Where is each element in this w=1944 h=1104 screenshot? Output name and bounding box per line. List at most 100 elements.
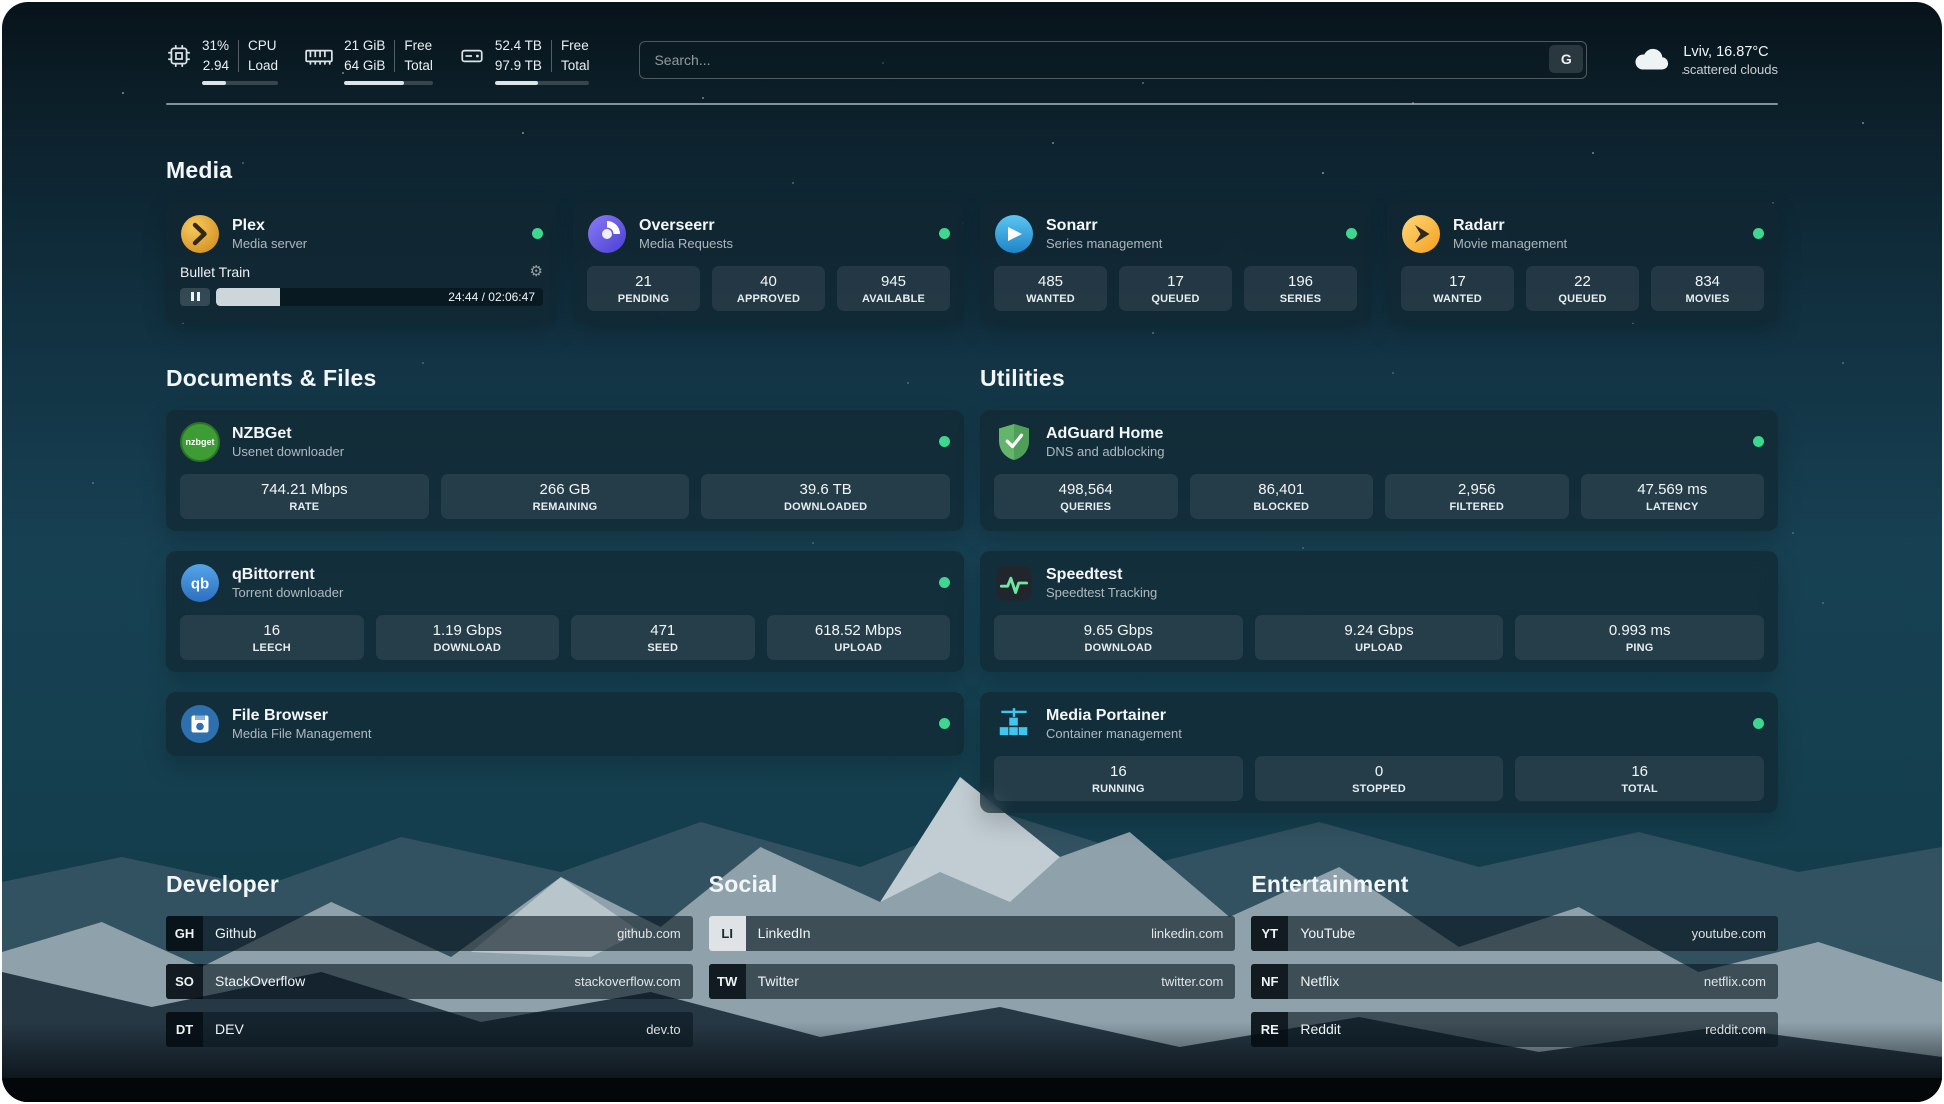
section-title-developer: Developer bbox=[166, 871, 693, 898]
app-subtitle: Media server bbox=[232, 236, 307, 251]
bookmark-netflix[interactable]: NF Netflix netflix.com bbox=[1251, 964, 1778, 999]
app-card-radarr[interactable]: Radarr Movie management 17 WANTED 22 QUE… bbox=[1387, 202, 1778, 323]
disk-stat-widget: 52.4 TB 97.9 TB Free Total bbox=[459, 36, 590, 85]
ram-icon bbox=[304, 43, 334, 69]
divider bbox=[394, 40, 395, 72]
section-title-utilities: Utilities bbox=[980, 365, 1778, 392]
speedtest-icon bbox=[994, 563, 1034, 603]
search-bar[interactable]: G bbox=[639, 41, 1587, 79]
app-subtitle: Movie management bbox=[1453, 236, 1567, 251]
search-engine-button[interactable]: G bbox=[1549, 45, 1583, 73]
app-card-sonarr[interactable]: Sonarr Series management 485 WANTED 17 Q… bbox=[980, 202, 1371, 323]
app-card-filebrowser[interactable]: File Browser Media File Management bbox=[166, 692, 964, 756]
stat-seed: 471 SEED bbox=[571, 615, 755, 660]
svg-text:nzbget: nzbget bbox=[186, 437, 215, 447]
ram-stat-widget: 21 GiB 64 GiB Free Total bbox=[304, 36, 433, 85]
app-name: Plex bbox=[232, 217, 307, 235]
app-name: Speedtest bbox=[1046, 566, 1157, 584]
cpu-label: CPU bbox=[248, 36, 278, 56]
background-stars bbox=[2, 2, 4, 4]
section-documents-files: Documents & Files nzbget NZBGet bbox=[166, 365, 964, 756]
status-dot bbox=[939, 577, 950, 588]
nzbget-icon: nzbget bbox=[180, 422, 220, 462]
app-name: Media Portainer bbox=[1046, 707, 1182, 725]
stat-downloaded: 39.6 TB DOWNLOADED bbox=[701, 474, 950, 519]
stat-download: 9.65 Gbps DOWNLOAD bbox=[994, 615, 1243, 660]
weather-location: Lviv, 16.87°C bbox=[1683, 44, 1778, 60]
sonarr-icon bbox=[994, 214, 1034, 254]
stat-rate: 744.21 Mbps RATE bbox=[180, 474, 429, 519]
bookmark-youtube[interactable]: YT YouTube youtube.com bbox=[1251, 916, 1778, 951]
playback-progress-bar[interactable]: 24:44 / 02:06:47 bbox=[216, 288, 543, 306]
status-dot bbox=[939, 718, 950, 729]
disk-total-label: Total bbox=[561, 56, 590, 76]
stat-ping: 0.993 ms PING bbox=[1515, 615, 1764, 660]
cpu-load-label: Load bbox=[248, 56, 278, 76]
section-utilities: Utilities AdGuard Home bbox=[980, 365, 1778, 813]
app-subtitle: Container management bbox=[1046, 726, 1182, 741]
youtube-abbr-icon: YT bbox=[1251, 916, 1288, 951]
stat-latency: 47.569 ms LATENCY bbox=[1581, 474, 1765, 519]
app-name: Overseerr bbox=[639, 217, 733, 235]
stat-movies: 834 MOVIES bbox=[1651, 266, 1764, 311]
app-subtitle: Speedtest Tracking bbox=[1046, 585, 1157, 600]
disk-total-value: 97.9 TB bbox=[495, 56, 542, 76]
app-name: qBittorrent bbox=[232, 566, 343, 584]
bookmark-stackoverflow[interactable]: SO StackOverflow stackoverflow.com bbox=[166, 964, 693, 999]
app-name: NZBGet bbox=[232, 425, 344, 443]
stat-series: 196 SERIES bbox=[1244, 266, 1357, 311]
pause-button[interactable] bbox=[180, 288, 210, 306]
qbittorrent-icon: qb bbox=[180, 563, 220, 603]
app-subtitle: Series management bbox=[1046, 236, 1162, 251]
status-dot bbox=[1753, 228, 1764, 239]
overseerr-icon bbox=[587, 214, 627, 254]
plex-icon bbox=[180, 214, 220, 254]
app-card-portainer[interactable]: Media Portainer Container management 16 … bbox=[980, 692, 1778, 813]
app-subtitle: Media File Management bbox=[232, 726, 371, 741]
gear-icon[interactable]: ⚙ bbox=[530, 264, 543, 279]
stackoverflow-abbr-icon: SO bbox=[166, 964, 203, 999]
stat-upload: 9.24 Gbps UPLOAD bbox=[1255, 615, 1504, 660]
section-title-documents: Documents & Files bbox=[166, 365, 964, 392]
stat-available: 945 AVAILABLE bbox=[837, 266, 950, 311]
adguard-shield-icon bbox=[994, 422, 1034, 462]
disk-icon bbox=[459, 43, 485, 69]
app-card-plex[interactable]: Plex Media server Bullet Train ⚙ 24:4 bbox=[166, 202, 557, 323]
app-card-speedtest[interactable]: Speedtest Speedtest Tracking 9.65 Gbps D… bbox=[980, 551, 1778, 672]
status-dot bbox=[939, 436, 950, 447]
section-media: Media Plex bbox=[166, 157, 1778, 323]
status-dot bbox=[532, 228, 543, 239]
status-dot bbox=[1753, 718, 1764, 729]
search-input[interactable] bbox=[639, 41, 1587, 79]
bookmark-github[interactable]: GH Github github.com bbox=[166, 916, 693, 951]
section-title-entertainment: Entertainment bbox=[1251, 871, 1778, 898]
bookmark-linkedin[interactable]: LI LinkedIn linkedin.com bbox=[709, 916, 1236, 951]
status-dot bbox=[1753, 436, 1764, 447]
ram-total-value: 64 GiB bbox=[344, 56, 385, 76]
stat-approved: 40 APPROVED bbox=[712, 266, 825, 311]
disk-free-label: Free bbox=[561, 36, 590, 56]
app-card-nzbget[interactable]: nzbget NZBGet Usenet downloader 744.21 M… bbox=[166, 410, 964, 531]
now-playing-title: Bullet Train bbox=[180, 264, 250, 280]
stat-running: 16 RUNNING bbox=[994, 756, 1243, 801]
app-card-qbittorrent[interactable]: qb qBittorrent Torrent downloader 16 LEE… bbox=[166, 551, 964, 672]
bookmark-reddit[interactable]: RE Reddit reddit.com bbox=[1251, 1012, 1778, 1047]
divider bbox=[238, 40, 239, 72]
cpu-icon bbox=[166, 43, 192, 69]
radarr-icon bbox=[1401, 214, 1441, 254]
section-title-social: Social bbox=[709, 871, 1236, 898]
ram-free-label: Free bbox=[404, 36, 433, 56]
portainer-icon bbox=[994, 704, 1034, 744]
bookmark-dev[interactable]: DT DEV dev.to bbox=[166, 1012, 693, 1047]
cpu-stat-widget: 31% 2.94 CPU Load bbox=[166, 36, 278, 85]
topbar-divider bbox=[166, 103, 1778, 105]
weather-widget: Lviv, 16.87°C scattered clouds bbox=[1631, 43, 1778, 78]
app-card-adguard[interactable]: AdGuard Home DNS and adblocking 498,564 … bbox=[980, 410, 1778, 531]
app-subtitle: Usenet downloader bbox=[232, 444, 344, 459]
disk-usage-bar bbox=[495, 81, 590, 85]
cpu-load-value: 2.94 bbox=[203, 56, 229, 76]
app-card-overseerr[interactable]: Overseerr Media Requests 21 PENDING 40 A… bbox=[573, 202, 964, 323]
stat-upload: 618.52 Mbps UPLOAD bbox=[767, 615, 951, 660]
app-name: Radarr bbox=[1453, 217, 1567, 235]
bookmark-twitter[interactable]: TW Twitter twitter.com bbox=[709, 964, 1236, 999]
